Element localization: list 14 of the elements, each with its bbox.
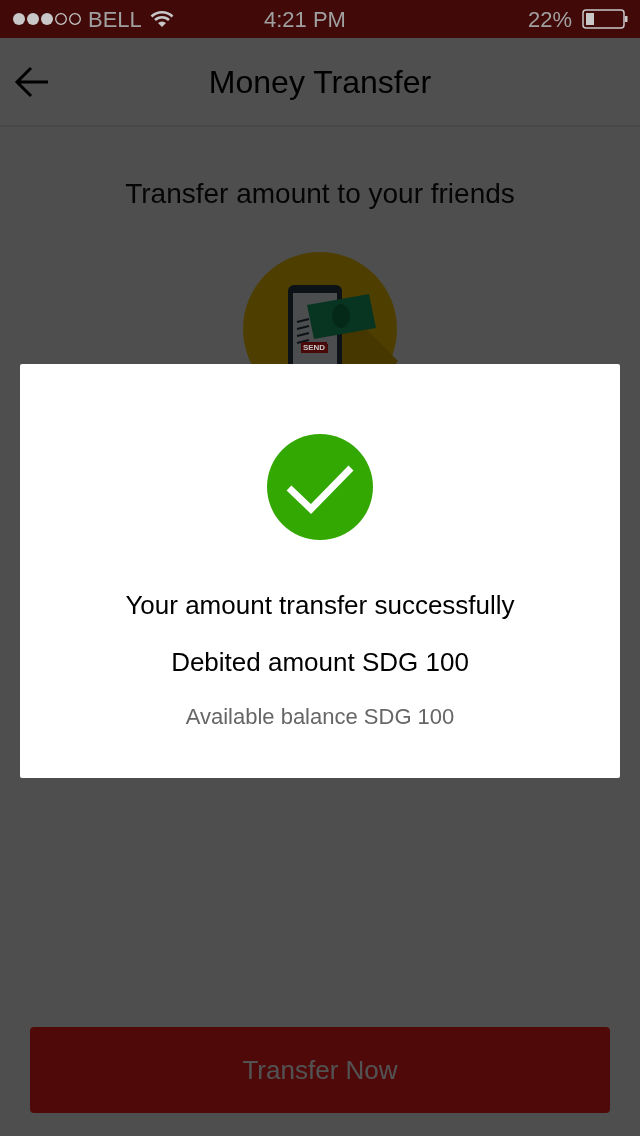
wifi-icon (149, 10, 174, 28)
carrier-name: BELL (88, 5, 142, 34)
success-message: Your amount transfer successfully (125, 589, 515, 622)
debited-amount: Debited amount SDG 100 (171, 646, 469, 679)
clock-time: 4:21 PM (264, 5, 346, 34)
send-label: SEND (301, 342, 327, 353)
signal-icon (12, 12, 82, 26)
success-check-icon (267, 434, 373, 540)
available-balance: Available balance SDG 100 (185, 703, 455, 731)
screen-title: Money Transfer (208, 62, 432, 102)
transfer-now-button[interactable]: Transfer Now (30, 1027, 610, 1113)
battery-icon (582, 9, 628, 29)
battery-percent: 22% (527, 5, 572, 34)
section-heading: Transfer amount to your friends (124, 177, 516, 211)
